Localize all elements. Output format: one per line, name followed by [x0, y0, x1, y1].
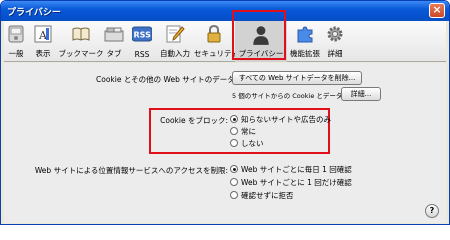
tab-general[interactable]: 一般 [4, 21, 28, 62]
help-button[interactable]: ? [425, 204, 439, 218]
tab-security-label: セキュリティ [194, 49, 239, 58]
font-icon: A [34, 25, 52, 43]
location-option-deny[interactable]: 確認せずに拒否 [230, 190, 294, 201]
privacy-pane: Cookie とその他の Web サイトのデータ: すべての Web サイトデー… [4, 63, 446, 223]
location-option-label: Web サイトごとに毎日 1 回確認 [241, 165, 352, 174]
svg-text:RSS: RSS [134, 31, 152, 40]
radio-selected[interactable] [230, 165, 238, 173]
close-button[interactable]: × [429, 3, 445, 18]
tab-security[interactable]: セキュリティ [194, 21, 239, 62]
radio-unselected[interactable] [230, 127, 238, 135]
radio-unselected[interactable] [230, 178, 238, 186]
tab-autofill[interactable]: 自動入力 [156, 21, 194, 62]
window-title: プライバシー [7, 8, 61, 18]
cookie-count-note: 5 個のサイトからの Cookie とデータ [232, 92, 343, 100]
tab-advanced-label: 詳細 [327, 49, 343, 58]
location-option-label: Web サイトごとに 1 回だけ確認 [241, 178, 352, 187]
radio-unselected[interactable] [230, 139, 238, 147]
location-option-once[interactable]: Web サイトごとに 1 回だけ確認 [230, 177, 352, 188]
book-icon [72, 27, 90, 41]
block-cookies-option-label: しない [241, 139, 264, 148]
tab-general-label: 一般 [8, 49, 24, 58]
puzzle-icon [297, 26, 313, 43]
preferences-window: プライバシー × 一般 A 表示 ブックマーク タブ RSS RSS 自動入力 … [0, 0, 450, 225]
block-cookies-label: Cookie をブロック: [160, 116, 228, 125]
location-option-daily[interactable]: Web サイトごとに毎日 1 回確認 [230, 164, 352, 175]
privacy-tab-highlight [232, 10, 286, 60]
title-bar[interactable]: プライバシー × [1, 1, 449, 21]
location-services-label: Web サイトによる位置情報サービスへのアクセスを制限: [34, 166, 228, 175]
switch-icon [8, 25, 24, 43]
block-cookies-option-always[interactable]: 常に [230, 126, 256, 137]
tabs-icon [104, 27, 124, 42]
lock-icon [207, 24, 221, 43]
tab-autofill-label: 自動入力 [160, 49, 190, 58]
tab-rss[interactable]: RSS RSS [128, 21, 156, 62]
tab-appearance[interactable]: A 表示 [28, 21, 58, 62]
tab-tabs[interactable]: タブ [104, 21, 124, 62]
block-cookies-option-third-party[interactable]: 知らないサイトや広告のみ [230, 114, 331, 125]
radio-selected[interactable] [230, 115, 238, 123]
details-button[interactable]: 詳細... [341, 87, 381, 101]
tab-rss-label: RSS [134, 50, 150, 59]
tab-extensions-label: 機能拡張 [290, 49, 320, 58]
block-cookies-option-never[interactable]: しない [230, 138, 264, 149]
tab-advanced[interactable]: 詳細 [323, 21, 347, 62]
block-cookies-option-label: 知らないサイトや広告のみ [241, 115, 331, 124]
preferences-toolbar: 一般 A 表示 ブックマーク タブ RSS RSS 自動入力 セキュリティ プラ… [4, 21, 446, 62]
tab-tabs-label: タブ [106, 49, 122, 58]
tab-extensions[interactable]: 機能拡張 [287, 21, 323, 62]
tab-appearance-label: 表示 [35, 49, 51, 58]
gear-icon [327, 26, 343, 42]
cookie-data-label: Cookie とその他の Web サイトのデータ: [96, 75, 238, 84]
remove-all-website-data-button[interactable]: すべての Web サイトデータを削除... [232, 71, 362, 85]
tab-bookmarks-label: ブックマーク [58, 49, 104, 58]
tab-bookmarks[interactable]: ブックマーク [58, 21, 104, 62]
block-cookies-option-label: 常に [241, 127, 256, 136]
location-option-label: 確認せずに拒否 [241, 191, 294, 200]
pencil-icon [166, 25, 185, 43]
radio-unselected[interactable] [230, 191, 238, 199]
rss-icon: RSS [132, 26, 152, 42]
